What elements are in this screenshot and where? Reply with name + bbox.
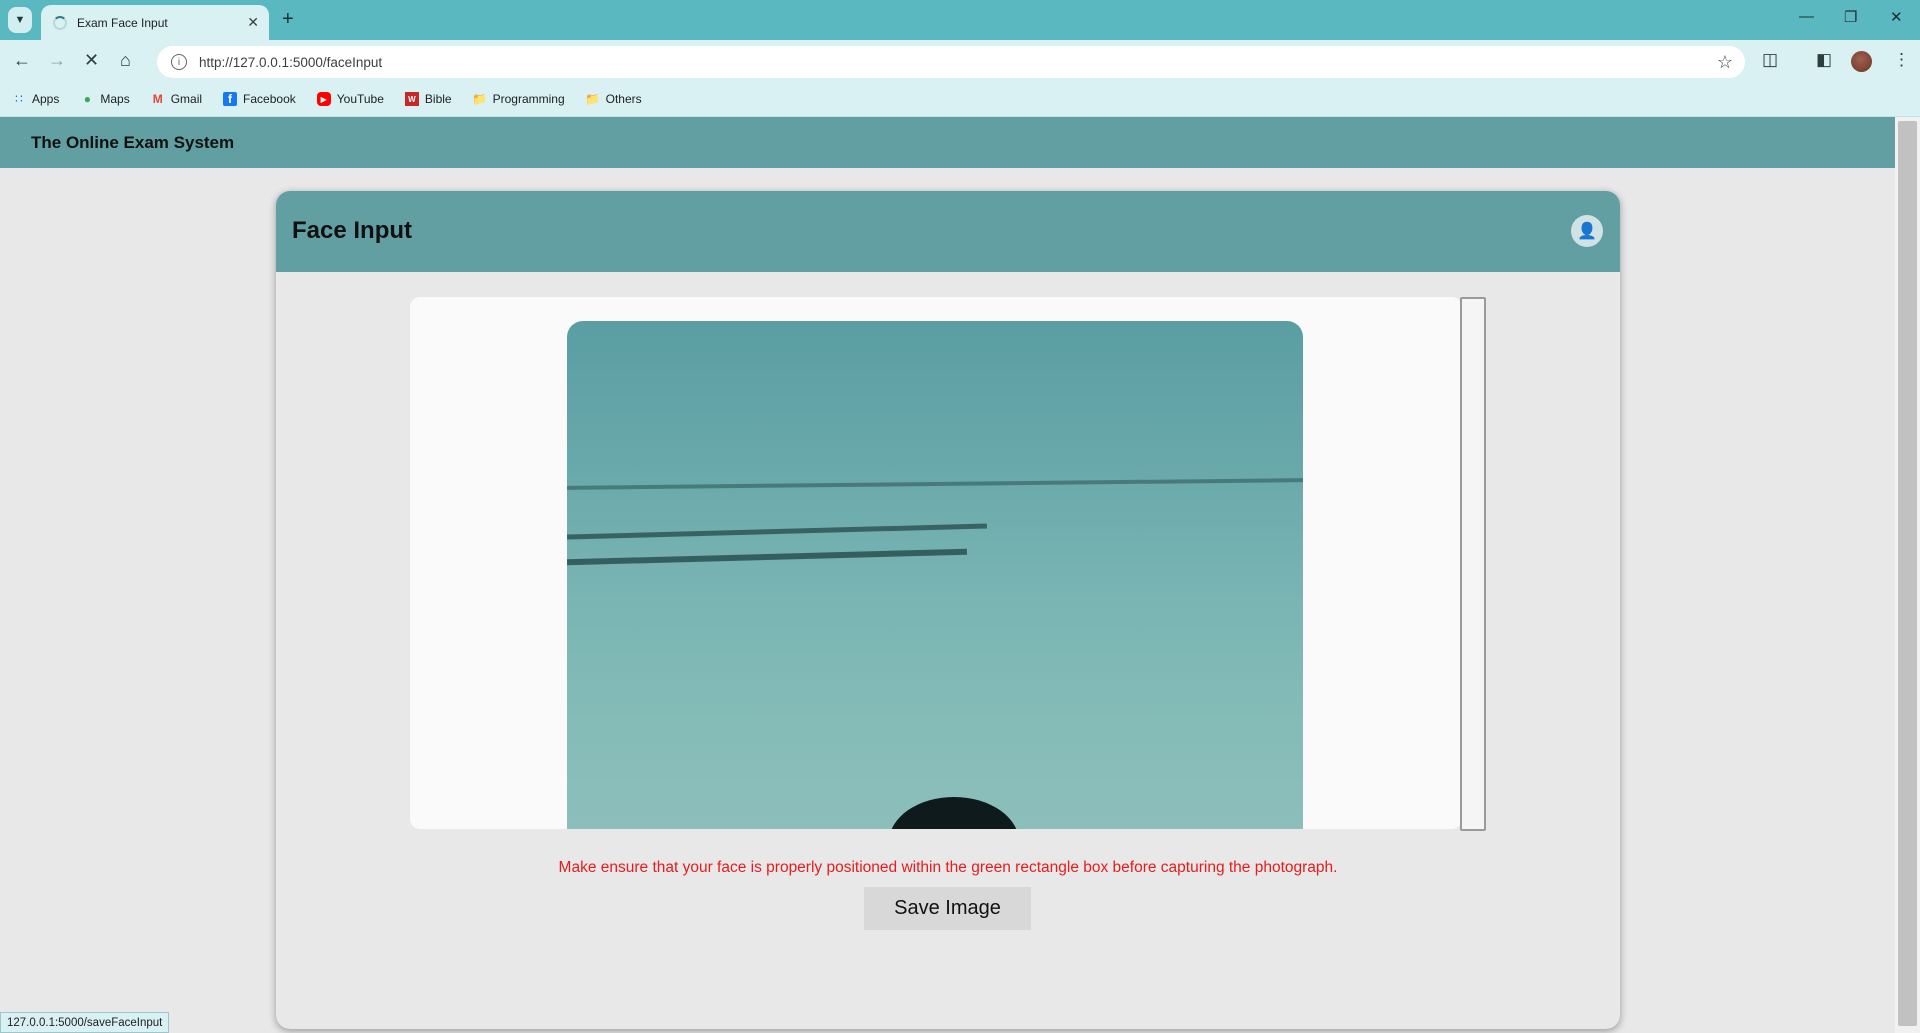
bookmark-label: YouTube [336, 92, 384, 106]
scrollbar-thumb[interactable] [1898, 121, 1917, 1026]
tab-close-icon[interactable]: ✕ [247, 14, 259, 31]
tab-title: Exam Face Input [77, 15, 168, 30]
browser-toolbar: ← → ✕ ⌂ i http://127.0.0.1:5000/faceInpu… [0, 40, 1920, 82]
tab-search-button[interactable]: ▼ [8, 7, 32, 33]
stop-loading-icon[interactable]: ✕ [84, 50, 99, 71]
bookmark-label: Programming [492, 92, 565, 106]
app-navbar: The Online Exam System [0, 117, 1895, 168]
bible-icon: W [404, 92, 419, 106]
camera-curtain-rail [567, 523, 987, 540]
bookmark-label: Gmail [170, 92, 203, 106]
side-panel-icon[interactable]: ◧ [1816, 50, 1832, 70]
status-url-bubble: 127.0.0.1:5000/saveFaceInput [0, 1012, 170, 1033]
bookmark-facebook[interactable]: f Facebook [223, 92, 296, 106]
bookmark-programming[interactable]: 📁 Programming [472, 92, 565, 106]
facebook-icon: f [223, 92, 238, 106]
loading-spinner-icon [53, 15, 67, 30]
positioning-instruction: Make ensure that your face is properly p… [558, 859, 1338, 876]
chevron-down-icon: ▼ [14, 14, 26, 26]
bookmark-maps[interactable]: ● Maps [80, 92, 130, 106]
menu-kebab-icon[interactable]: ⋮ [1893, 50, 1910, 70]
extensions-puzzle-icon[interactable]: ◫ [1762, 50, 1778, 70]
camera-curtain-rail [567, 548, 968, 566]
new-tab-button[interactable]: + [282, 8, 294, 31]
camera-head-silhouette [889, 797, 1019, 829]
minimize-icon[interactable]: — [1799, 8, 1814, 25]
home-icon[interactable]: ⌂ [120, 50, 131, 71]
address-bar[interactable]: i http://127.0.0.1:5000/faceInput ☆ [157, 46, 1745, 78]
folder-icon: 📁 [585, 92, 601, 106]
restore-icon[interactable]: ❐ [1844, 8, 1857, 26]
apps-grid-icon: ∷ [15, 92, 23, 106]
maps-pin-icon: ● [83, 92, 91, 106]
bookmark-label: Apps [32, 92, 60, 106]
card-title: Face Input [292, 217, 413, 244]
bookmark-label: Facebook [243, 92, 296, 106]
bookmark-label: Others [605, 92, 642, 106]
bookmark-apps[interactable]: ∷ Apps [12, 92, 59, 106]
forward-arrow-icon[interactable]: → [48, 50, 66, 71]
bookmark-star-icon[interactable]: ☆ [1717, 52, 1733, 73]
bookmark-bible[interactable]: W Bible [404, 92, 452, 106]
youtube-icon: ▶ [316, 92, 331, 106]
browser-tab[interactable]: Exam Face Input ✕ [41, 5, 269, 40]
save-image-button[interactable]: Save Image [864, 887, 1031, 930]
back-arrow-icon[interactable]: ← [13, 50, 31, 71]
bookmark-youtube[interactable]: ▶ YouTube [316, 92, 384, 106]
camera-container [410, 297, 1462, 829]
folder-icon: 📁 [472, 92, 488, 106]
bookmark-label: Maps [100, 92, 130, 106]
site-info-icon[interactable]: i [171, 54, 187, 70]
app-brand[interactable]: The Online Exam System [31, 133, 234, 153]
window-close-icon[interactable]: ✕ [1890, 8, 1903, 26]
address-url[interactable]: http://127.0.0.1:5000/faceInput [199, 55, 1717, 70]
bookmark-gmail[interactable]: M Gmail [151, 92, 202, 106]
gmail-icon: M [152, 92, 163, 106]
camera-feed [567, 321, 1303, 829]
user-avatar-icon[interactable]: 👤 [1571, 215, 1603, 247]
face-input-card: Face Input 👤 Make ensure that your face … [276, 191, 1620, 1029]
browser-tab-strip: ▼ Exam Face Input ✕ + — ❐ ✕ [0, 0, 1920, 40]
card-header: Face Input 👤 [276, 191, 1620, 272]
camera-wall-line [567, 478, 1303, 490]
profile-avatar[interactable] [1851, 51, 1872, 72]
page-content: The Online Exam System Face Input 👤 Make… [0, 117, 1920, 1033]
page-scrollbar[interactable] [1895, 117, 1920, 1033]
bookmark-label: Bible [424, 92, 452, 106]
camera-scrollbar[interactable] [1460, 297, 1486, 831]
bookmarks-bar: ∷ Apps ● Maps M Gmail f Facebook ▶ YouTu… [0, 82, 1920, 117]
bookmark-others[interactable]: 📁 Others [585, 92, 642, 106]
